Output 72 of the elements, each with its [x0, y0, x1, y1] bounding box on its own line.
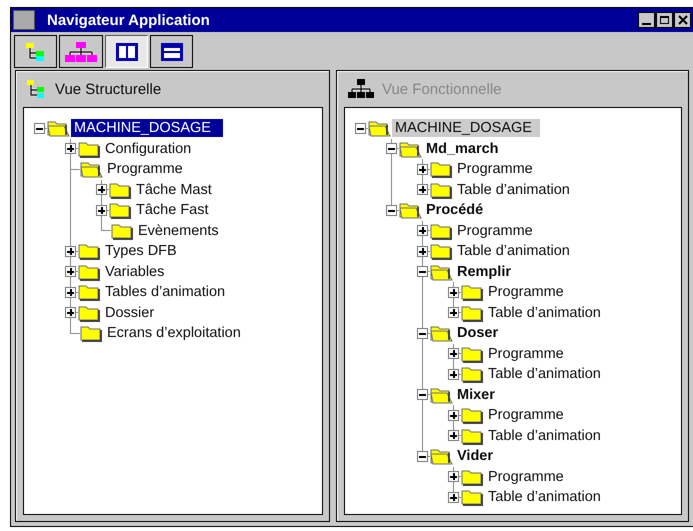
tree-item[interactable]: Tâche Fast — [133, 201, 212, 220]
maximize-button[interactable] — [656, 12, 673, 28]
expander-toggle[interactable] — [417, 164, 428, 175]
tree-item[interactable]: Remplir — [454, 262, 514, 281]
tree-item[interactable]: Variables — [102, 262, 168, 281]
minimize-button[interactable] — [638, 12, 655, 28]
expander-toggle[interactable] — [417, 450, 428, 462]
tree-item[interactable]: Tables d’animation — [102, 283, 228, 302]
expander-toggle[interactable] — [448, 307, 459, 318]
panel-title: Vue Structurelle — [55, 80, 162, 98]
expander-toggle[interactable] — [448, 492, 459, 503]
window-title: Navigateur Application — [47, 12, 211, 28]
tree-item[interactable]: Md_march — [423, 140, 502, 158]
tree-item[interactable]: Mixer — [454, 386, 498, 404]
tree-item[interactable]: Table d’animation — [454, 180, 573, 199]
tree-item[interactable]: Table d’animation — [454, 242, 573, 260]
expander-toggle[interactable] — [417, 389, 428, 400]
expander-toggle[interactable] — [65, 286, 76, 298]
expander-toggle[interactable] — [448, 368, 459, 380]
expander-toggle[interactable] — [65, 307, 76, 318]
expander-toggle[interactable] — [355, 122, 366, 134]
split-rows-button[interactable] — [150, 35, 193, 68]
columns-icon — [116, 42, 138, 60]
expander-toggle[interactable] — [417, 328, 428, 339]
expander-toggle[interactable] — [448, 430, 459, 442]
expander-toggle[interactable] — [448, 286, 459, 298]
tree-item[interactable]: Table d’animation — [485, 426, 604, 445]
tree-item[interactable]: Procédé — [423, 201, 486, 220]
tree-item[interactable]: Ecrans d’exploitation — [104, 324, 244, 342]
expander-toggle[interactable] — [96, 204, 107, 216]
tree-item[interactable]: Programme — [485, 468, 567, 486]
expander-toggle[interactable] — [417, 266, 428, 278]
expander-toggle[interactable] — [65, 143, 76, 154]
tree-item[interactable]: MACHINE_DOSAGE — [392, 119, 540, 138]
hierarchy-view-button[interactable] — [59, 35, 103, 68]
close-button[interactable] — [674, 12, 691, 28]
rows-icon — [160, 42, 182, 60]
expander-toggle[interactable] — [386, 143, 397, 154]
tree-item[interactable]: MACHINE_DOSAGE — [71, 119, 223, 138]
system-menu-icon[interactable] — [13, 10, 35, 30]
tree-item[interactable]: Evènements — [135, 222, 222, 240]
expander-toggle[interactable] — [417, 184, 428, 196]
tree-item[interactable]: Programme — [485, 344, 567, 363]
tree-item[interactable]: Table d’animation — [485, 365, 604, 384]
expander-toggle[interactable] — [65, 246, 76, 257]
expander-toggle[interactable] — [386, 204, 397, 216]
tree-item[interactable]: Dossier — [102, 304, 158, 322]
tree-item[interactable]: Programme — [454, 222, 536, 240]
panel-title: Vue Fonctionnelle — [382, 80, 502, 98]
tree-item[interactable]: Programme — [104, 160, 186, 178]
tree-item[interactable]: Doser — [454, 324, 502, 342]
tree-item[interactable]: Programme — [485, 406, 567, 424]
hierarchy-icon — [64, 40, 98, 62]
expander-toggle[interactable] — [417, 225, 428, 236]
tree-item[interactable]: Vider — [454, 447, 496, 466]
tree-item[interactable]: Programme — [454, 160, 536, 178]
expander-toggle[interactable] — [96, 184, 107, 196]
tree-item[interactable]: Types DFB — [102, 242, 180, 260]
expander-toggle[interactable] — [448, 471, 459, 482]
tree-item[interactable]: Table d’animation — [485, 488, 604, 506]
tree-view-button[interactable] — [14, 35, 57, 68]
expander-toggle[interactable] — [34, 122, 45, 134]
tree-icon — [24, 42, 46, 62]
expander-toggle[interactable] — [65, 266, 76, 278]
expander-toggle[interactable] — [448, 348, 459, 360]
expander-toggle[interactable] — [448, 410, 459, 421]
split-columns-button[interactable] — [105, 35, 148, 68]
tree-item[interactable]: Table d’animation — [485, 304, 604, 322]
tree-item[interactable]: Tâche Mast — [133, 180, 215, 199]
tree-item[interactable]: Configuration — [102, 140, 194, 158]
expander-toggle[interactable] — [417, 246, 428, 257]
tree-item[interactable]: Programme — [485, 283, 567, 302]
